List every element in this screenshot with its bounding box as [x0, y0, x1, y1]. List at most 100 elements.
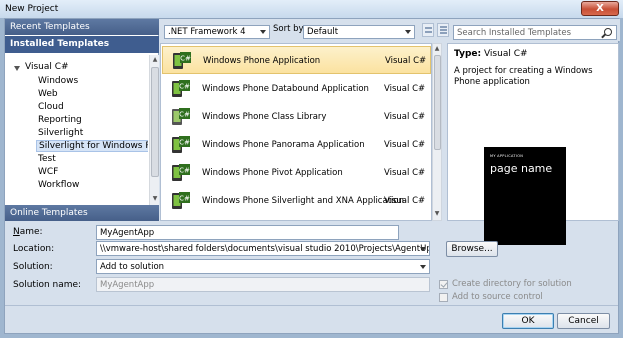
- svg-text:C#: C#: [179, 195, 190, 203]
- browse-button[interactable]: Browse...: [446, 241, 498, 257]
- template-name: Windows Phone Databound Application: [202, 84, 369, 94]
- template-name: Windows Phone Class Library: [202, 112, 327, 122]
- template-description: A project for creating a Windows Phone a…: [454, 66, 593, 87]
- framework-select[interactable]: .NET Framework 4: [164, 25, 270, 39]
- solution-label: Solution:: [13, 262, 53, 272]
- chevron-down-icon: [420, 265, 426, 269]
- search-icon[interactable]: [604, 28, 612, 36]
- template-tree: Visual C# Windows Web Cloud Reporting Si…: [5, 55, 148, 221]
- location-value: \\vmware-host\shared folders\documents\v…: [100, 244, 430, 254]
- solution-name-field[interactable]: MyAgentApp: [96, 277, 430, 292]
- search-input[interactable]: Search Installed Templates: [453, 25, 617, 40]
- svg-text:C#: C#: [179, 83, 190, 91]
- template-name: Windows Phone Panorama Application: [202, 140, 365, 150]
- template-toolbar: .NET Framework 4 Sort by: Default Search…: [160, 19, 620, 41]
- tree-item-silverlight-windows-phone[interactable]: Silverlight for Windows Phone: [36, 140, 148, 152]
- framework-value: .NET Framework 4: [168, 27, 246, 37]
- preview-page-name: page name: [490, 162, 553, 175]
- tree-item-visual-csharp[interactable]: Visual C#: [25, 62, 69, 72]
- template-row[interactable]: C# Windows Phone Databound Application V…: [162, 75, 431, 103]
- add-source-control-label: Add to source control: [452, 292, 543, 302]
- svg-text:C#: C#: [179, 111, 190, 119]
- tree-scrollbar[interactable]: ▲ ▼: [149, 55, 159, 221]
- bottom-divider: [5, 305, 618, 306]
- sort-by-value: Default: [307, 27, 339, 37]
- scroll-up-icon[interactable]: ▲: [151, 56, 159, 64]
- template-row[interactable]: C# Windows Phone Panorama Application Vi…: [162, 131, 431, 159]
- search-placeholder: Search Installed Templates: [457, 28, 572, 38]
- template-row[interactable]: C# Windows Phone Pivot Application Visua…: [162, 159, 431, 187]
- cancel-button[interactable]: Cancel: [557, 313, 610, 329]
- tree-item-web[interactable]: Web: [38, 89, 58, 99]
- scroll-up-icon[interactable]: ▲: [433, 45, 441, 52]
- svg-text:C#: C#: [180, 55, 191, 63]
- new-project-dialog: Recent Templates Installed Templates Vis…: [4, 18, 620, 334]
- template-language: Visual C#: [384, 168, 426, 178]
- phone-databound-icon: C#: [172, 80, 190, 97]
- add-source-control-checkbox[interactable]: [439, 293, 448, 302]
- template-language: Visual C#: [384, 84, 426, 94]
- recent-templates-header[interactable]: Recent Templates: [5, 19, 159, 35]
- template-list: C# Windows Phone Application Visual C# C…: [160, 43, 432, 221]
- name-label: Name:: [13, 227, 43, 237]
- location-combobox[interactable]: \\vmware-host\shared folders\documents\v…: [96, 241, 430, 256]
- small-icons-view-button[interactable]: [437, 23, 449, 37]
- scroll-down-icon[interactable]: ▼: [151, 195, 159, 203]
- create-directory-label: Create directory for solution: [452, 279, 572, 289]
- tree-item-reporting[interactable]: Reporting: [38, 115, 82, 125]
- template-language: Visual C#: [384, 140, 426, 150]
- template-language: Visual C#: [384, 196, 426, 206]
- name-field[interactable]: MyAgentApp: [96, 225, 399, 240]
- phone-xna-icon: C#: [172, 192, 190, 209]
- medium-icons-view-button[interactable]: [422, 23, 434, 37]
- template-preview-image: MY APPLICATION page name: [484, 147, 566, 245]
- chevron-down-icon: [260, 30, 266, 34]
- tree-item-wcf[interactable]: WCF: [38, 167, 58, 177]
- svg-text:C#: C#: [179, 139, 190, 147]
- svg-text:C#: C#: [179, 167, 190, 175]
- title-bar: New Project X: [0, 0, 623, 18]
- template-type: Type: Visual C#: [454, 49, 528, 59]
- phone-class-library-icon: C#: [172, 108, 190, 125]
- preview-app-title: MY APPLICATION: [490, 154, 524, 158]
- tree-scroll-thumb[interactable]: [151, 67, 159, 177]
- tree-item-workflow[interactable]: Workflow: [38, 180, 79, 190]
- window-title: New Project: [5, 4, 59, 14]
- solution-name-value: MyAgentApp: [100, 280, 155, 290]
- template-row[interactable]: C# Windows Phone Silverlight and XNA App…: [162, 187, 431, 215]
- solution-select[interactable]: Add to solution: [96, 259, 430, 274]
- close-button[interactable]: X: [581, 1, 619, 16]
- scroll-down-icon[interactable]: ▼: [433, 210, 441, 217]
- template-categories-panel: Recent Templates Installed Templates Vis…: [5, 19, 159, 221]
- installed-templates-header[interactable]: Installed Templates: [5, 36, 159, 53]
- solution-value: Add to solution: [100, 262, 165, 272]
- ok-button[interactable]: OK: [502, 313, 554, 329]
- name-value: MyAgentApp: [100, 228, 155, 238]
- solution-name-label: Solution name:: [13, 280, 82, 290]
- template-row[interactable]: C# Windows Phone Class Library Visual C#: [162, 103, 431, 131]
- template-name: Windows Phone Application: [203, 56, 321, 66]
- expand-triangle-icon[interactable]: [14, 66, 20, 71]
- sort-by-label: Sort by:: [273, 24, 306, 34]
- tree-item-silverlight[interactable]: Silverlight: [38, 128, 83, 138]
- sort-by-select[interactable]: Default: [303, 25, 415, 39]
- online-templates-header[interactable]: Online Templates: [5, 205, 159, 221]
- phone-app-icon: C#: [173, 52, 191, 69]
- chevron-down-icon: [405, 30, 411, 34]
- template-name: Windows Phone Silverlight and XNA Applic…: [202, 196, 404, 206]
- type-label: Type:: [454, 49, 482, 59]
- chevron-down-icon: [420, 247, 426, 251]
- template-name: Windows Phone Pivot Application: [202, 168, 343, 178]
- template-language: Visual C#: [385, 56, 427, 66]
- tree-item-cloud[interactable]: Cloud: [38, 102, 64, 112]
- template-list-scrollbar[interactable]: ▲ ▼: [432, 43, 442, 221]
- type-value: Visual C#: [483, 49, 528, 59]
- tree-item-windows[interactable]: Windows: [38, 76, 78, 86]
- template-details-panel: Type: Visual C# A project for creating a…: [447, 43, 619, 245]
- template-row[interactable]: C# Windows Phone Application Visual C#: [162, 46, 431, 74]
- location-label: Location:: [13, 244, 55, 254]
- template-list-scroll-thumb[interactable]: [434, 55, 441, 150]
- template-language: Visual C#: [384, 112, 426, 122]
- create-directory-checkbox[interactable]: [439, 280, 448, 289]
- tree-item-test[interactable]: Test: [38, 154, 56, 164]
